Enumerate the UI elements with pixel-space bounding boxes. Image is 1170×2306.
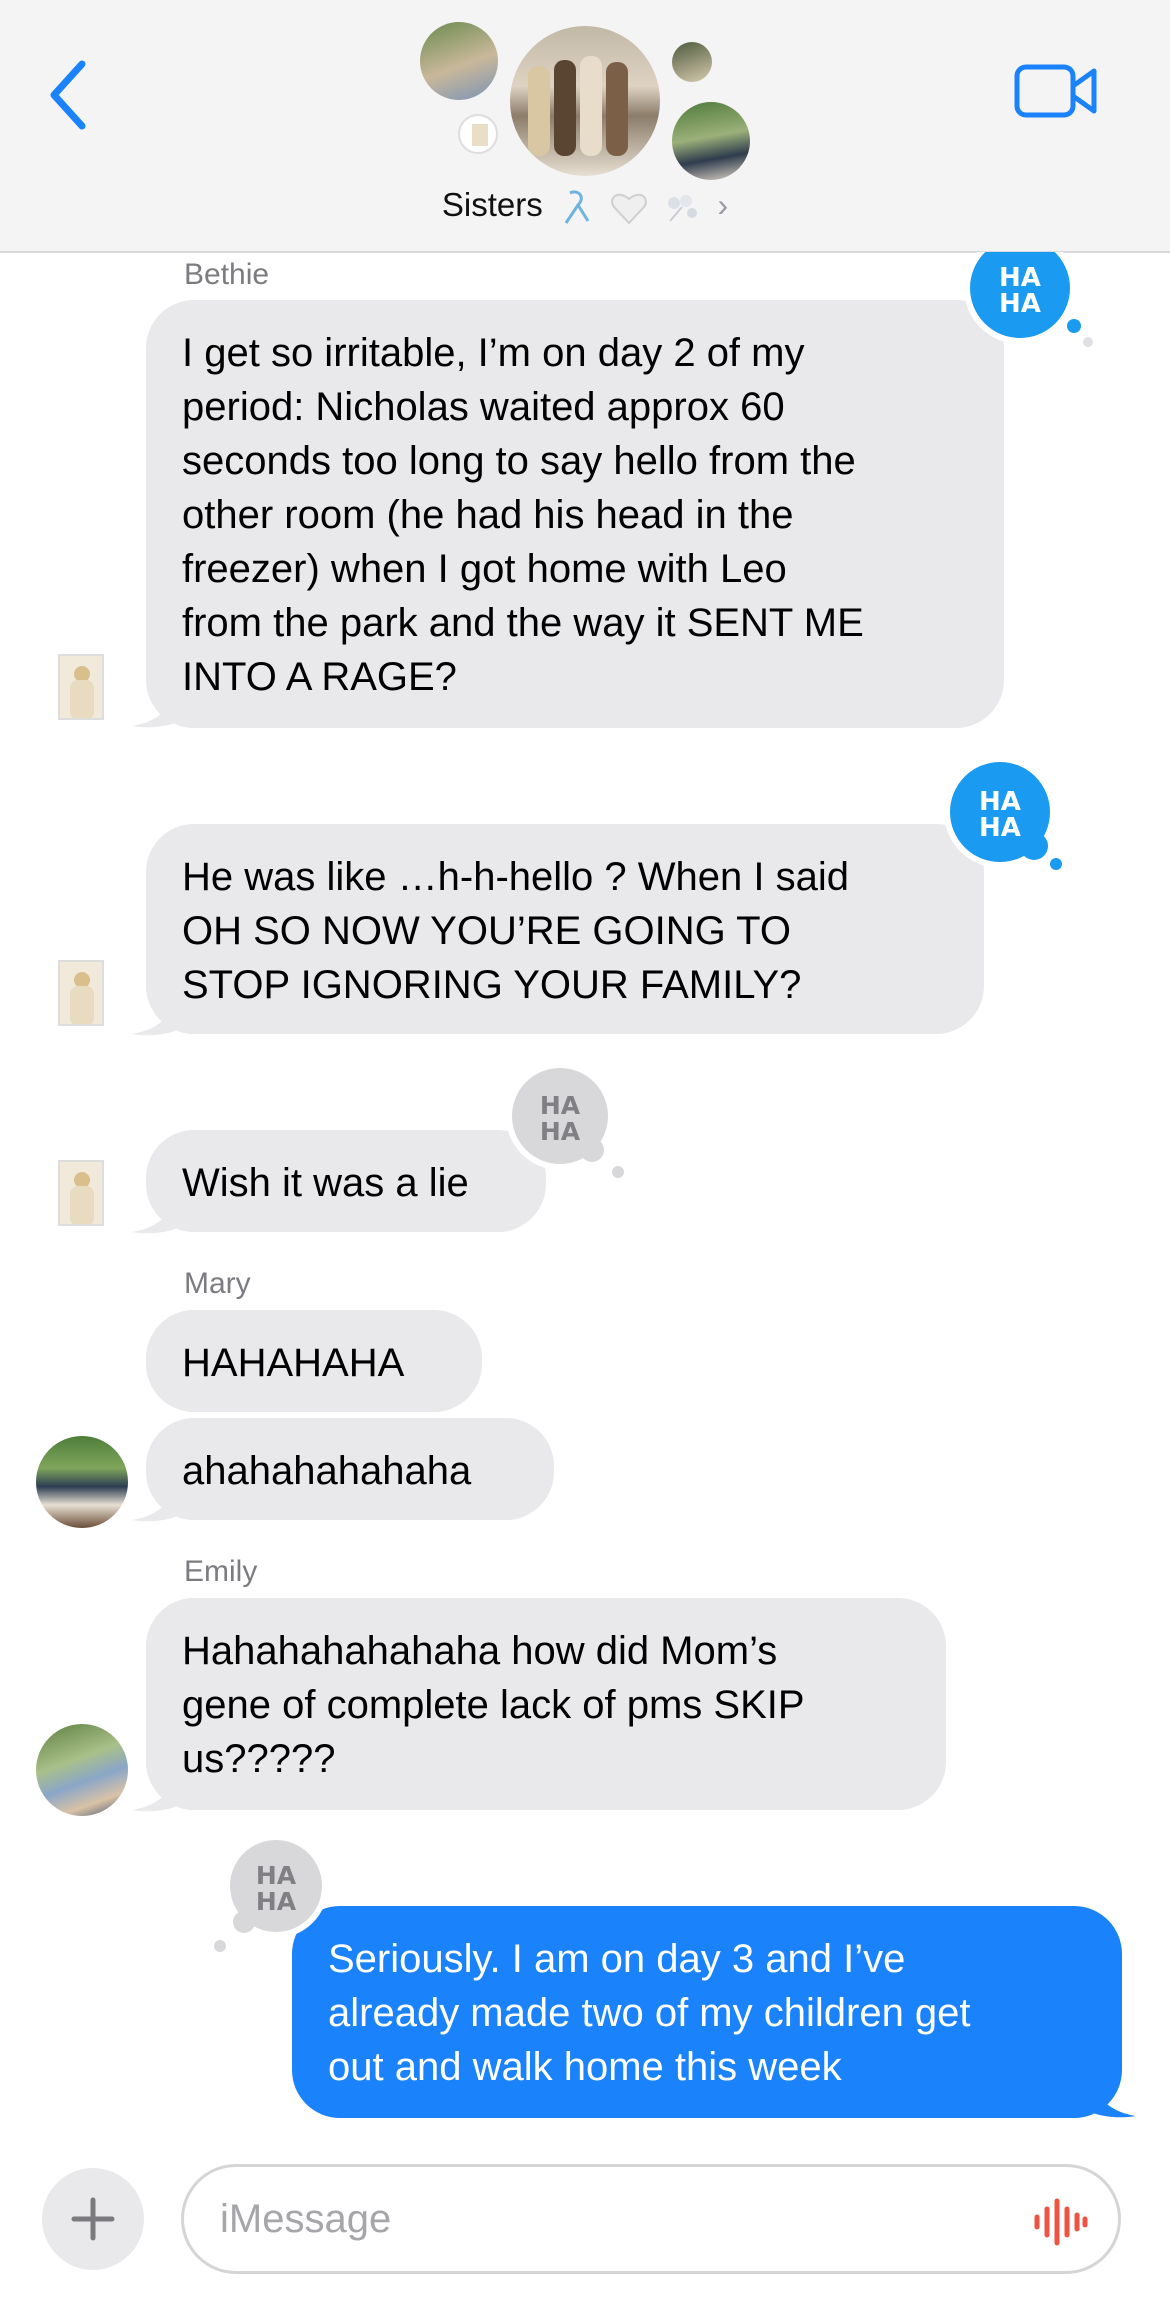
message-bubble[interactable]: He was like …h-h-hello ? When I said OH …	[146, 824, 984, 1034]
svg-text:HA: HA	[540, 1117, 581, 1146]
message-bubble[interactable]: ahahahahahaha	[146, 1418, 554, 1520]
message-input[interactable]	[220, 2189, 1000, 2249]
message-line: freezer) when I got home with Leo	[182, 547, 787, 591]
sender-name: Bethie	[184, 258, 270, 291]
apps-plus-button[interactable]	[42, 2168, 144, 2270]
message-line: Wish it was a lie	[182, 1161, 469, 1205]
sender-avatar[interactable]	[36, 1436, 128, 1528]
svg-text:HA: HA	[256, 1887, 297, 1916]
message-line: STOP IGNORING YOUR FAMILY?	[182, 963, 802, 1007]
message-line: I get so irritable, I’m on day 2 of my	[182, 331, 805, 375]
sender-name: Emily	[184, 1555, 258, 1588]
message-bubble[interactable]: Wish it was a lie	[146, 1130, 546, 1232]
member-avatar	[672, 42, 712, 82]
message-line: period: Nicholas waited approx 60	[182, 385, 785, 429]
message-line: INTO A RAGE?	[182, 655, 457, 699]
message-line: HAHAHAHA	[182, 1341, 405, 1385]
svg-text:HA: HA	[999, 289, 1041, 319]
sender-avatar[interactable]	[36, 1724, 128, 1816]
message-line: OH SO NOW YOU’RE GOING TO	[182, 909, 791, 953]
sender-name: Mary	[184, 1267, 251, 1300]
message-line: ahahahahahaha	[182, 1449, 472, 1493]
group-photo-avatar	[510, 26, 660, 176]
plus-icon	[71, 2197, 115, 2241]
blossom-icon	[668, 195, 698, 222]
message-line: Hahahahahahaha how did Mom’s	[182, 1629, 778, 1673]
message-line: from the park and the way it SENT ME	[182, 601, 864, 645]
message-bubble[interactable]: HAHAHAHA	[146, 1310, 482, 1412]
message-line: Seriously. I am on day 3 and I’ve	[328, 1937, 906, 1981]
member-avatar	[672, 102, 750, 180]
conversation-header: Sisters ›	[0, 0, 1170, 253]
message-line: us?????	[182, 1737, 336, 1781]
message-bubble[interactable]: Hahahahahahaha how did Mom’s gene of com…	[146, 1598, 946, 1810]
haha-tapback-icon[interactable]: HA HA	[206, 1836, 336, 1956]
message-line: already made two of my children get	[328, 1991, 971, 2035]
message-line: other room (he had his head in the	[182, 493, 794, 537]
chevron-right-icon: ›	[717, 187, 729, 223]
sender-avatar[interactable]	[58, 654, 104, 720]
haha-tapback-icon[interactable]: HA HA	[944, 756, 1094, 876]
message-line: out and walk home this week	[328, 2045, 842, 2089]
sender-avatar[interactable]	[58, 960, 104, 1026]
message-line: gene of complete lack of pms SKIP	[182, 1683, 805, 1727]
message-input-field[interactable]	[181, 2164, 1121, 2274]
audio-waveform-icon[interactable]	[1032, 2197, 1088, 2247]
message-bubble[interactable]: Seriously. I am on day 3 and I’ve alread…	[292, 1906, 1122, 2118]
haha-tapback-icon[interactable]: HA HA	[964, 252, 1114, 352]
white-heart-icon	[611, 194, 647, 225]
svg-text:HA: HA	[979, 813, 1021, 843]
tapback-label: HA	[256, 1861, 297, 1890]
group-title[interactable]: Sisters ›	[0, 186, 1170, 227]
haha-tapback-icon[interactable]: HA HA	[506, 1062, 636, 1182]
message-line: He was like …h-h-hello ? When I said	[182, 855, 849, 899]
tapback-label: HA	[540, 1091, 581, 1120]
member-avatar	[458, 114, 498, 154]
message-line: seconds too long to say hello from the	[182, 439, 856, 483]
ribbon-icon	[564, 190, 590, 225]
chevron-left-icon[interactable]	[44, 58, 94, 132]
sender-avatar[interactable]	[58, 1160, 104, 1226]
group-name: Sisters	[441, 186, 543, 223]
message-bubble[interactable]: I get so irritable, I’m on day 2 of my p…	[146, 300, 1004, 728]
video-camera-icon[interactable]	[1014, 62, 1098, 120]
member-avatar	[420, 22, 498, 100]
